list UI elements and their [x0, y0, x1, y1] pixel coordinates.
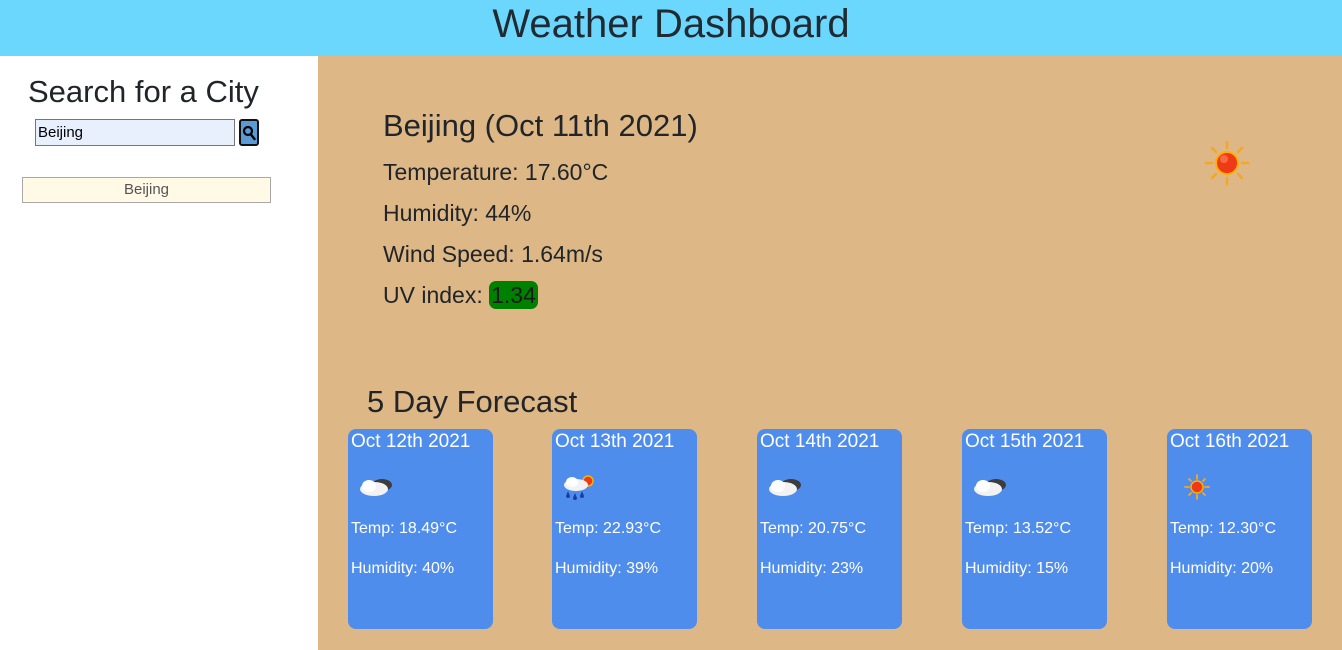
uv-label: UV index: [383, 282, 490, 308]
app-header: Weather Dashboard [0, 0, 1342, 56]
main-panel: Beijing (Oct 11th 2021) Temperature: 17.… [318, 56, 1342, 650]
current-wind-speed: Wind Speed: 1.64m/s [383, 241, 603, 267]
forecast-humidity: Humidity: 40% [351, 560, 455, 577]
current-city-title: Beijing (Oct 11th 2021) [383, 108, 698, 143]
sun-icon [1184, 474, 1210, 500]
search-icon [242, 125, 256, 140]
forecast-date: Oct 15th 2021 [965, 431, 1085, 452]
forecast-temp: Temp: 18.49°C [351, 520, 458, 537]
forecast-humidity: Humidity: 20% [1170, 560, 1274, 577]
forecast-date: Oct 12th 2021 [351, 431, 471, 452]
forecast-temp: Temp: 13.52°C [965, 520, 1072, 537]
cloudy-icon [360, 479, 392, 496]
forecast-humidity: Humidity: 15% [965, 560, 1069, 577]
forecast-card: Oct 12th 2021 Temp: 18.49°C Humidity: 40… [348, 429, 493, 629]
forecast-temp: Temp: 12.30°C [1170, 520, 1277, 537]
forecast-temp: Temp: 22.93°C [555, 520, 662, 537]
current-humidity: Humidity: 44% [383, 200, 532, 226]
sidebar: Search for a City Beijing [0, 56, 318, 650]
search-button[interactable] [239, 119, 259, 146]
forecast-heading: 5 Day Forecast [367, 384, 578, 419]
forecast-date: Oct 13th 2021 [555, 431, 675, 452]
forecast-date: Oct 16th 2021 [1170, 431, 1290, 452]
sun-icon [1204, 140, 1250, 186]
forecast-date: Oct 14th 2021 [760, 431, 880, 452]
forecast-temp: Temp: 20.75°C [760, 520, 867, 537]
forecast-card: Oct 16th 2021 Temp: 12.30°C Humidity: 20… [1167, 429, 1312, 629]
uv-badge: 1.34 [489, 281, 538, 309]
search-heading: Search for a City [28, 74, 259, 109]
current-temperature: Temperature: 17.60°C [383, 159, 609, 185]
cloudy-icon [974, 479, 1006, 496]
current-uv-index: UV index: 1.34 [383, 281, 538, 309]
city-search-input[interactable] [35, 119, 235, 146]
forecast-card: Oct 14th 2021 Temp: 20.75°C Humidity: 23… [757, 429, 902, 629]
history-item-beijing[interactable]: Beijing [22, 177, 271, 203]
forecast-card: Oct 15th 2021 Temp: 13.52°C Humidity: 15… [962, 429, 1107, 629]
rain-sun-icon [564, 475, 594, 500]
forecast-card: Oct 13th 2021 Temp: 22.93°C Humidity: 39… [552, 429, 697, 629]
forecast-humidity: Humidity: 39% [555, 560, 659, 577]
cloudy-icon [769, 479, 801, 496]
app-title: Weather Dashboard [492, 2, 850, 46]
forecast-humidity: Humidity: 23% [760, 560, 864, 577]
